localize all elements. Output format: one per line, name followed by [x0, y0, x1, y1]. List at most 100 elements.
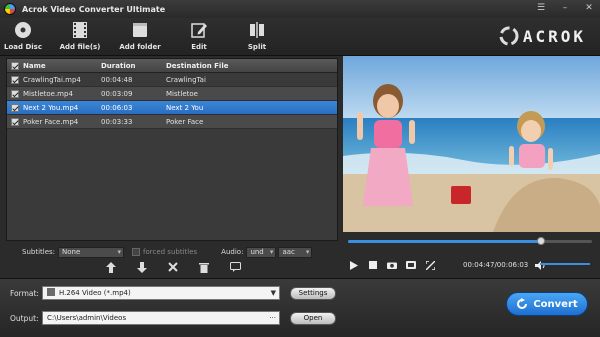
stop-icon: [369, 261, 377, 269]
remove-button[interactable]: [166, 261, 180, 273]
seek-progress: [348, 240, 541, 243]
acrok-logo-icon: [499, 26, 519, 46]
play-button[interactable]: [348, 259, 360, 271]
split-label: Split: [247, 43, 267, 51]
file-row-selected[interactable]: Next 2 You.mp4 00:06:03 Next 2 You: [7, 101, 337, 115]
trash-icon: [199, 262, 209, 273]
file-row[interactable]: Mistletoe.mp4 00:03:09 Mistletoe: [7, 87, 337, 101]
row-checkbox[interactable]: [11, 103, 19, 112]
volume-slider[interactable]: [540, 263, 590, 265]
move-down-button[interactable]: [135, 261, 149, 273]
fullscreen-button[interactable]: [424, 259, 436, 271]
row-checkbox[interactable]: [11, 89, 19, 98]
file-name: Poker Face.mp4: [23, 117, 79, 126]
column-destination[interactable]: Destination File: [166, 62, 316, 70]
speech-bubble-icon: [229, 262, 241, 272]
load-disc-label: Load Disc: [4, 43, 42, 51]
forced-subtitles-toggle[interactable]: forced subtitles: [132, 248, 197, 256]
close-icon: [168, 262, 178, 272]
file-destination: Mistletoe: [166, 89, 198, 98]
camera-icon: [387, 262, 397, 269]
file-duration: 00:04:48: [101, 75, 133, 84]
audio-language-dropdown[interactable]: und: [246, 246, 277, 258]
file-name: CrawlingTai.mp4: [23, 75, 81, 84]
seek-bar[interactable]: [348, 237, 592, 245]
volume-button[interactable]: [534, 259, 546, 271]
load-disc-button[interactable]: Load Disc: [0, 21, 49, 51]
file-destination: Next 2 You: [166, 103, 204, 112]
minimize-button[interactable]: –: [558, 2, 572, 15]
forced-subtitles-label: forced subtitles: [143, 248, 198, 256]
convert-label: Convert: [533, 298, 578, 310]
add-folder-label: Add folder: [119, 43, 161, 51]
menu-icon[interactable]: ☰: [534, 2, 548, 15]
film-icon: [73, 22, 87, 38]
arrow-up-icon: [106, 261, 116, 273]
file-duration: 00:03:09: [101, 89, 133, 98]
clear-button[interactable]: [197, 261, 211, 273]
info-button[interactable]: [228, 261, 242, 273]
file-list-header: Name Duration Destination File: [7, 59, 337, 73]
close-button[interactable]: ✕: [582, 2, 596, 15]
title-bar: Acrok Video Converter Ultimate ☰ – ✕: [0, 0, 600, 18]
play-icon: [350, 260, 358, 270]
image-folder-icon: [406, 261, 416, 269]
convert-button[interactable]: Convert: [506, 292, 588, 316]
open-button[interactable]: Open: [290, 312, 336, 325]
output-path-field[interactable]: C:\Users\admin\Videos ···: [42, 311, 280, 325]
preview-image: [343, 56, 600, 232]
subtitles-value: None: [62, 247, 81, 256]
file-duration: 00:03:33: [101, 117, 133, 126]
format-label: Format:: [10, 289, 39, 298]
stop-button[interactable]: [367, 259, 379, 271]
toolbar: Load Disc Add file(s) Add folder Edit Sp…: [0, 18, 600, 56]
edit-button[interactable]: Edit: [173, 21, 225, 51]
subtitles-label: Subtitles:: [22, 248, 56, 256]
file-destination: CrawlingTai: [166, 75, 206, 84]
select-all-checkbox[interactable]: [11, 61, 19, 70]
file-list: Name Duration Destination File CrawlingT…: [6, 58, 338, 241]
file-name: Next 2 You.mp4: [23, 103, 79, 112]
seek-handle[interactable]: [536, 237, 545, 245]
window-title: Acrok Video Converter Ultimate: [22, 4, 166, 14]
row-checkbox[interactable]: [11, 75, 19, 84]
playback-controls: 00:04:47/00:06:03: [348, 258, 598, 272]
audio-codec-dropdown[interactable]: aac: [278, 246, 313, 258]
add-files-button[interactable]: Add file(s): [54, 21, 106, 51]
subtitles-dropdown[interactable]: None: [58, 246, 125, 258]
edit-label: Edit: [191, 43, 207, 51]
row-checkbox[interactable]: [11, 117, 19, 126]
browse-button[interactable]: ···: [269, 312, 276, 324]
open-snapshot-folder-button[interactable]: [405, 259, 417, 271]
split-button[interactable]: Split: [231, 21, 283, 51]
app-logo-icon: [4, 3, 16, 15]
brand-name: ACROK: [522, 26, 586, 46]
move-up-button[interactable]: [104, 261, 118, 273]
file-row[interactable]: CrawlingTai.mp4 00:04:48 CrawlingTai: [7, 73, 337, 87]
file-row[interactable]: Poker Face.mp4 00:03:33 Poker Face: [7, 115, 337, 129]
list-actions: [104, 261, 242, 273]
file-name: Mistletoe.mp4: [23, 89, 73, 98]
add-folder-button[interactable]: Add folder: [114, 21, 166, 51]
forced-subtitles-checkbox[interactable]: [132, 248, 141, 256]
fullscreen-icon: [425, 260, 435, 270]
column-duration[interactable]: Duration: [101, 62, 166, 70]
column-name[interactable]: Name: [23, 62, 101, 70]
brand-logo: ACROK: [499, 26, 586, 46]
video-preview[interactable]: [343, 56, 600, 232]
audio-codec-value: aac: [282, 247, 295, 256]
output-path: C:\Users\admin\Videos: [47, 314, 127, 322]
output-label: Output:: [10, 314, 39, 323]
playback-time: 00:04:47/00:06:03: [463, 261, 529, 269]
format-dropdown[interactable]: H.264 Video (*.mp4) ▼: [42, 286, 280, 300]
audio-label: Audio:: [221, 248, 244, 256]
settings-label: Settings: [298, 289, 328, 297]
chevron-down-icon: ▼: [270, 289, 276, 297]
folder-icon: [133, 23, 147, 37]
arrow-down-icon: [137, 261, 147, 273]
add-files-label: Add file(s): [59, 43, 101, 51]
split-icon: [250, 22, 264, 38]
settings-button[interactable]: Settings: [290, 287, 336, 300]
file-duration: 00:06:03: [101, 103, 133, 112]
snapshot-button[interactable]: [386, 259, 398, 271]
